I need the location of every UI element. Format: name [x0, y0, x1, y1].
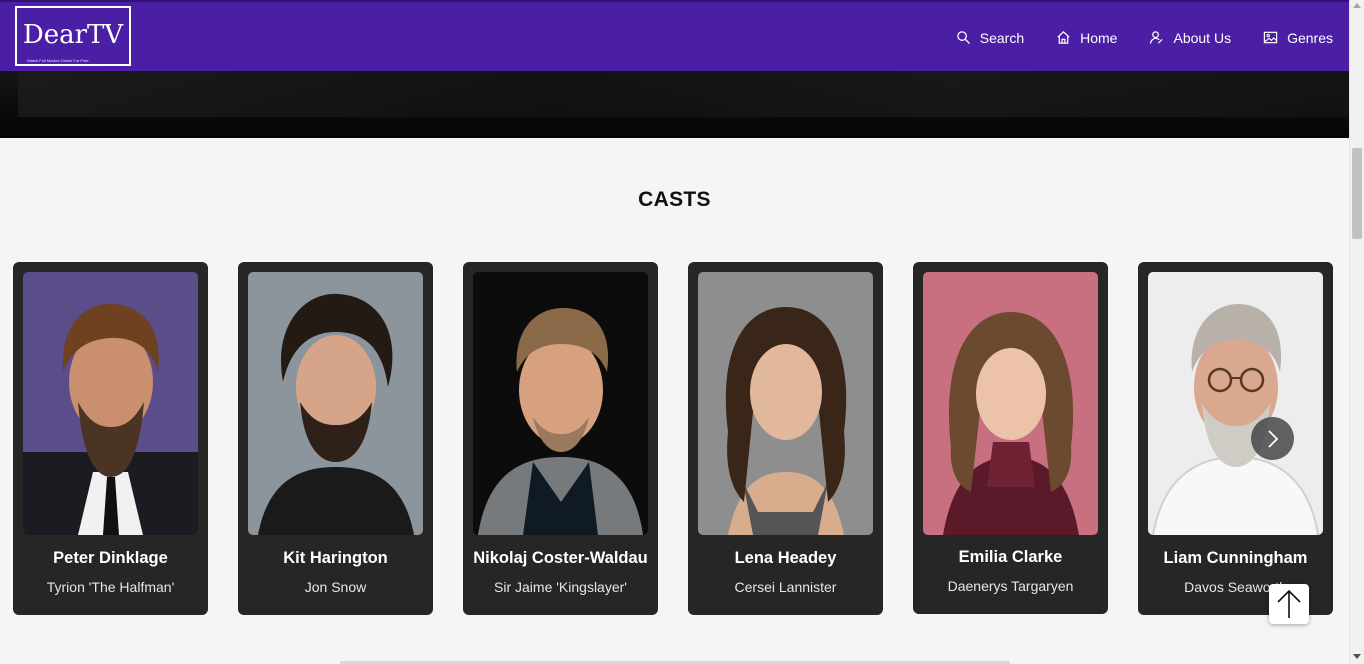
cast-name: Emilia Clarke: [958, 548, 1063, 566]
cast-card[interactable]: Emilia Clarke Daenerys Targaryen: [913, 262, 1108, 614]
cast-card[interactable]: Peter Dinklage Tyrion 'The Halfman': [13, 262, 208, 615]
main-nav: Search Home About Us Genres: [956, 2, 1333, 73]
cast-role: Sir Jaime 'Kingslayer': [494, 579, 627, 595]
cast-name: Peter Dinklage: [53, 549, 168, 567]
cast-name: Lena Headey: [734, 549, 837, 567]
hero-banner: [0, 71, 1350, 138]
nav-about-us[interactable]: About Us: [1149, 30, 1231, 46]
nav-search-label: Search: [979, 29, 1025, 46]
logo-text: DearTV: [22, 20, 124, 50]
cast-role: Tyrion 'The Halfman': [46, 579, 175, 595]
nav-genres-label: Genres: [1287, 29, 1333, 46]
nav-genres[interactable]: Genres: [1263, 30, 1333, 46]
home-icon: [1057, 31, 1070, 44]
nav-home-label: Home: [1080, 29, 1118, 46]
cast-name: Liam Cunningham: [1163, 549, 1308, 567]
cast-card[interactable]: Liam Cunningham Davos Seaworth: [1138, 262, 1333, 615]
search-icon: [956, 31, 970, 45]
navbar: DearTV Watch Full Movies Online For Free…: [0, 0, 1349, 71]
page-scrollbar[interactable]: [1349, 0, 1364, 664]
nav-about-label: About Us: [1173, 29, 1232, 46]
hero-backdrop: [18, 71, 1350, 117]
nav-search[interactable]: Search: [956, 30, 1024, 46]
site-logo[interactable]: DearTV Watch Full Movies Online For Free: [15, 6, 131, 66]
cast-role: Cersei Lannister: [734, 579, 837, 595]
cast-photo: [248, 272, 423, 535]
cast-photo: [473, 272, 648, 535]
chevron-right-icon: [1267, 429, 1278, 448]
arrow-up-icon: [1277, 589, 1301, 618]
user-icon: [1150, 31, 1164, 44]
scroll-up-arrow-icon[interactable]: [1353, 3, 1361, 8]
cast-photo: [923, 272, 1098, 535]
scroll-thumb[interactable]: [1352, 148, 1362, 239]
cast-card[interactable]: Nikolaj Coster-Waldau Sir Jaime 'Kingsla…: [463, 262, 658, 615]
cast-role: Jon Snow: [304, 579, 367, 595]
cast-photo: [23, 272, 198, 535]
section-title: CASTS: [638, 188, 711, 211]
cast-card[interactable]: Lena Headey Cersei Lannister: [688, 262, 883, 615]
cast-name: Kit Harington: [283, 549, 388, 567]
carousel-next-button[interactable]: [1251, 417, 1294, 460]
cast-name: Nikolaj Coster-Waldau: [473, 549, 648, 567]
cast-card[interactable]: Kit Harington Jon Snow: [238, 262, 433, 615]
back-to-top-button[interactable]: [1269, 584, 1309, 624]
nav-home[interactable]: Home: [1056, 30, 1117, 46]
scroll-down-arrow-icon[interactable]: [1353, 654, 1361, 659]
cast-photo: [698, 272, 873, 535]
cast-carousel: Peter Dinklage Tyrion 'The Halfman' Kit …: [13, 262, 1333, 615]
logo-tagline: Watch Full Movies Online For Free: [27, 58, 89, 63]
image-icon: [1263, 31, 1278, 44]
cast-role: Daenerys Targaryen: [947, 578, 1074, 594]
cast-photo: [1148, 272, 1323, 535]
